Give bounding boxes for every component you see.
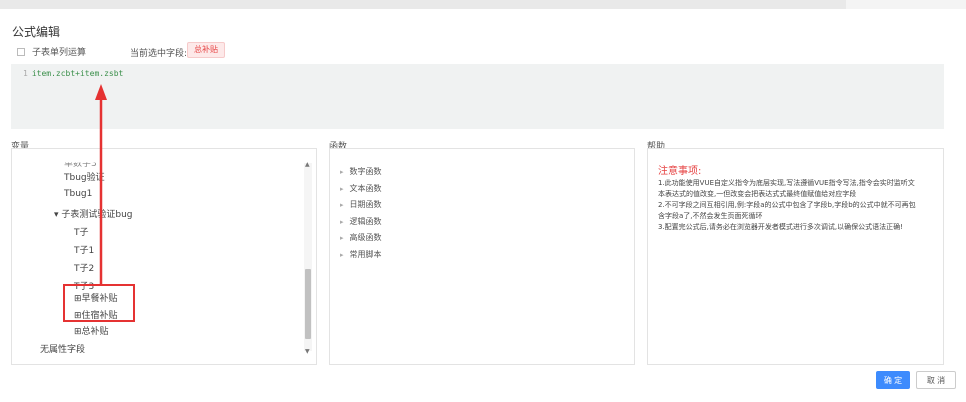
tree-node-tbug1[interactable]: Tbug1 [64,189,92,199]
chevron-right-icon: ▸ [340,168,344,176]
current-field-label: 当前选中字段: [130,49,188,59]
confirm-button[interactable]: 确 定 [876,371,910,389]
func-group-date[interactable]: ▸ 日期函数 [340,199,382,210]
help-line: 3.配置完公式后,请务必在浏览器开发者模式进行多次调试,以确保公式语法正确! [658,223,903,231]
checkbox-label: 子表单列运算 [32,48,87,58]
variables-scrollbar[interactable]: ▲ ▼ [304,161,312,355]
tree-node-no-attr-fields[interactable]: 无属性字段 [40,342,85,355]
chevron-right-icon: ▸ [340,251,344,259]
func-group-label: 日期函数 [349,200,382,209]
help-title: 注意事项: [658,166,702,177]
formula-editor[interactable]: 1 item.zcbt+item.zsbt [11,64,944,129]
chevron-right-icon: ▸ [340,234,344,242]
chevron-right-icon: ▸ [340,201,344,209]
line-number: 1 [23,69,28,78]
scroll-down-icon[interactable]: ▼ [305,348,310,355]
tree-node-total-allowance[interactable]: ⊞总补贴 [74,324,109,337]
chevron-right-icon: ▸ [340,218,344,226]
scrollbar-thumb[interactable] [305,269,311,339]
annotation-highlight-box [63,284,135,322]
tree-node-t-zi2[interactable]: T子2 [74,261,94,274]
tree-node-t-zi[interactable]: T子 [74,225,89,238]
func-group-logic[interactable]: ▸ 逻辑函数 [340,216,382,227]
functions-panel: ▸ 数字函数 ▸ 文本函数 ▸ 日期函数 ▸ 逻辑函数 ▸ 高级函数 ▸ 常用脚本 [329,148,635,365]
tree-node-subtable[interactable]: ▾ 子表测试验证bug [54,207,133,220]
func-group-text[interactable]: ▸ 文本函数 [340,183,382,194]
scroll-up-icon[interactable]: ▲ [305,161,310,168]
background-window-bar [0,0,966,9]
subtable-column-checkbox[interactable]: 子表单列运算 [17,45,86,58]
chevron-right-icon: ▸ [340,185,344,193]
background-tab [846,0,966,9]
help-line: 含字段a了,不然会发生页面死循环 [658,212,763,220]
checkbox-box[interactable] [17,47,25,56]
func-group-advanced[interactable]: ▸ 高级函数 [340,232,382,243]
func-group-label: 文本函数 [349,184,382,193]
func-group-number[interactable]: ▸ 数字函数 [340,166,382,177]
help-line: 1.此功能使用VUE自定义指令为底层实现,写法遵循VUE指令写法,指令会实时监听… [658,179,915,187]
current-field-tag: 总补贴 [187,42,225,58]
help-panel: 注意事项: 1.此功能使用VUE自定义指令为底层实现,写法遵循VUE指令写法,指… [647,148,944,365]
func-group-label: 高级函数 [349,233,382,242]
func-group-label: 逻辑函数 [349,217,382,226]
func-group-label: 数字函数 [349,167,382,176]
func-group-scripts[interactable]: ▸ 常用脚本 [340,249,382,260]
help-line: 2.不可字段之间互相引用,例:字段a的公式中包含了字段b,字段b的公式中就不可再… [658,201,916,209]
dialog-title: 公式编辑 [12,25,61,39]
cancel-button[interactable]: 取 消 [916,371,956,389]
tree-node[interactable]: 单数字3 [64,163,97,170]
func-group-label: 常用脚本 [349,250,382,259]
tree-node-tbug-verify[interactable]: Tbug验证 [64,170,105,183]
help-line: 本表达式的值改变,一但改变会把表达式式最终值赋值给对应字段 [658,190,857,198]
formula-text[interactable]: item.zcbt+item.zsbt [32,69,124,78]
tree-node-t-zi1[interactable]: T子1 [74,243,94,256]
variables-tree: 单数字3 Tbug验证 Tbug1 ▾ 子表测试验证bug T子 T子1 T子2… [12,149,302,366]
formula-code-line[interactable]: 1 item.zcbt+item.zsbt [23,69,123,78]
variables-panel: 单数字3 Tbug验证 Tbug1 ▾ 子表测试验证bug T子 T子1 T子2… [11,148,317,365]
